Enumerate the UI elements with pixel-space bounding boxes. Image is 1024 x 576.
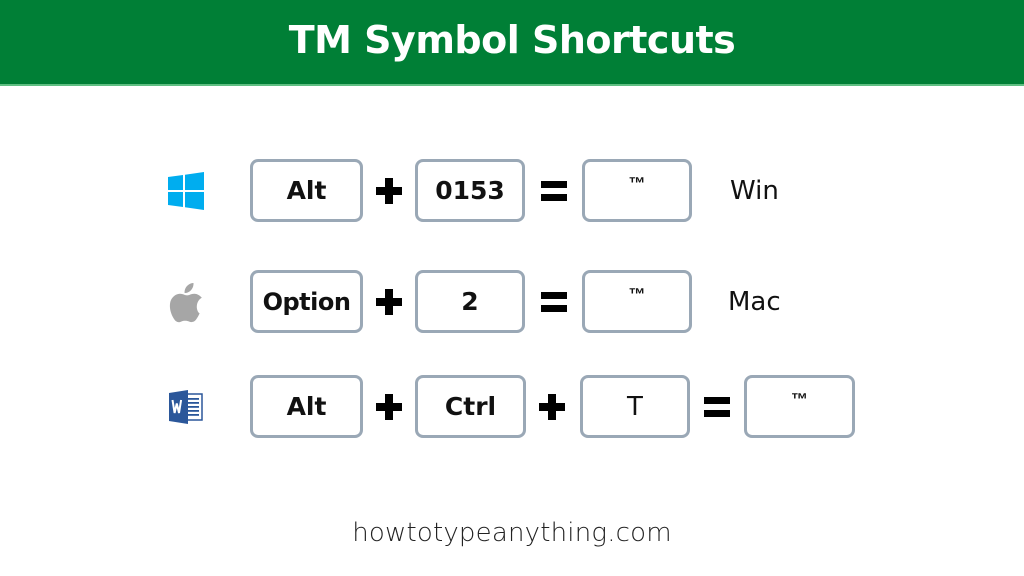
result-tm-symbol: ™	[582, 270, 692, 333]
plus-icon	[539, 393, 565, 420]
key-ctrl: Ctrl	[415, 375, 526, 438]
key-option: Option	[250, 270, 363, 333]
windows-logo-icon	[166, 171, 206, 211]
plus-operator	[374, 270, 404, 333]
plus-icon	[376, 393, 402, 420]
shortcut-row-mac: Option 2 ™ Mac	[0, 270, 1024, 333]
shortcut-row-word: Alt Ctrl T ™	[0, 375, 1024, 438]
footer-site-name: howtotypeanything.com	[352, 518, 672, 548]
shortcut-row-windows: Alt 0153 ™ Win	[0, 159, 1024, 222]
word-logo-icon	[166, 387, 206, 427]
key-2: 2	[415, 270, 525, 333]
page-title: TM Symbol Shortcuts	[288, 18, 736, 62]
equals-operator	[539, 159, 569, 222]
platform-label-mac: Mac	[728, 286, 781, 317]
platform-label-win: Win	[730, 175, 779, 206]
key-alt: Alt	[250, 375, 363, 438]
key-t: T	[580, 375, 690, 438]
plus-icon	[376, 177, 402, 204]
key-alt: Alt	[250, 159, 363, 222]
plus-icon	[376, 288, 402, 315]
equals-icon	[541, 180, 567, 201]
equals-operator	[702, 375, 732, 438]
plus-operator	[374, 159, 404, 222]
key-0153: 0153	[415, 159, 525, 222]
header-banner: TM Symbol Shortcuts	[0, 0, 1024, 86]
apple-logo-icon	[166, 282, 206, 322]
plus-operator	[374, 375, 404, 438]
equals-operator	[539, 270, 569, 333]
equals-icon	[541, 291, 567, 312]
equals-icon	[704, 396, 730, 417]
result-tm-symbol: ™	[582, 159, 692, 222]
plus-operator	[537, 375, 567, 438]
result-tm-symbol: ™	[744, 375, 855, 438]
